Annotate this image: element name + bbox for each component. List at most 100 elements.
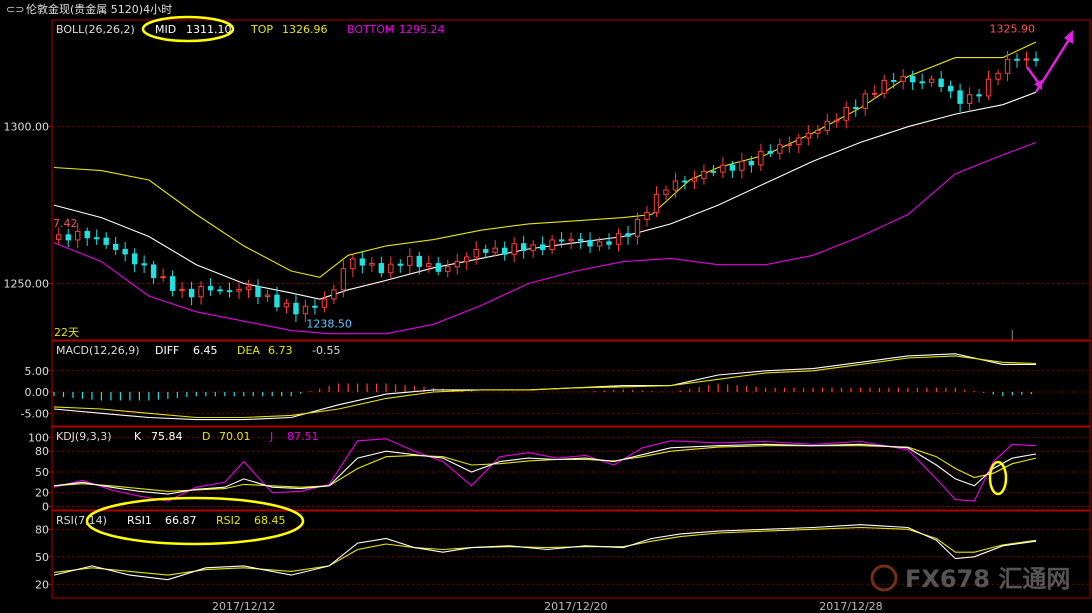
kdj-tick-label: 0 <box>42 501 49 514</box>
candle-up <box>653 193 660 213</box>
candle-up <box>824 120 830 131</box>
candle-down <box>947 85 954 92</box>
boll-legend-label: MID <box>155 23 176 36</box>
candle-up <box>966 94 973 104</box>
candle-down <box>938 78 944 87</box>
candle-up <box>464 256 470 263</box>
candle-up <box>786 144 793 147</box>
macd-tick-label: -5.00 <box>21 407 49 420</box>
candle-down <box>587 239 593 247</box>
candle-down <box>255 286 261 298</box>
candle-up <box>340 268 347 291</box>
kdj-legend-label: K <box>134 430 142 443</box>
x-tick-label: 2017/12/12 <box>212 600 275 613</box>
candle-down <box>217 289 223 292</box>
candle-down <box>890 79 897 82</box>
kdj-panel[interactable]: 10080 50 200 KDJ(9,3,3) K 75.84 D 70.01 J 87.51 <box>28 430 1090 514</box>
kdj-legend-value: 87.51 <box>287 430 319 443</box>
candle-up <box>1023 58 1030 61</box>
candle-up <box>701 170 707 179</box>
candle-down <box>435 263 441 272</box>
candle-up <box>473 249 479 258</box>
panel-frames <box>51 19 1091 599</box>
candle-down <box>606 241 612 245</box>
candle-up <box>445 266 451 272</box>
candle-up <box>672 180 679 191</box>
candle-up <box>777 144 783 154</box>
candle-up <box>995 72 1001 80</box>
candle-up <box>739 160 745 171</box>
x-tick-label: 2017/12/28 <box>819 600 882 613</box>
boll-legend-value: 1295.24 <box>399 23 445 36</box>
candle-up <box>843 107 849 121</box>
candle-up <box>407 255 413 266</box>
candle-up <box>179 288 185 291</box>
rsi-tick-label: 20 <box>35 578 49 591</box>
price-high-label: 1325.90 <box>990 23 1036 36</box>
candle-up <box>350 258 356 270</box>
candle-down <box>416 255 422 267</box>
chart-area[interactable]: 1300.00 1250.00 BOLL(26,26,2) MID 1311.10 TOP… <box>0 0 1092 613</box>
candle-up <box>321 298 328 308</box>
macd-legend-label: DIFF <box>155 344 179 357</box>
macd-tick-label: 5.00 <box>25 365 50 378</box>
rsi-legend-value: 68.45 <box>254 514 286 527</box>
kdj-legend-label: J <box>269 430 273 443</box>
candle-down <box>150 264 157 279</box>
price-left-value: 7.42 <box>53 217 78 230</box>
candle-down <box>93 237 100 240</box>
boll-mid-line <box>53 91 1037 300</box>
candle-up <box>75 230 81 241</box>
candle-down <box>141 263 147 266</box>
rsi-indicator-name: RSI(7,14) <box>56 514 107 527</box>
candle-down <box>207 286 214 291</box>
boll-legend-label: TOP <box>250 23 273 36</box>
candle-down <box>909 75 916 83</box>
boll-legend-label: BOTTOM <box>347 23 394 36</box>
macd-panel[interactable]: 5.00 0.00 -5.00 MACD(12,26,9) DIFF 6.45 DEA 6.7… <box>21 344 1090 420</box>
candle-down <box>767 150 774 154</box>
period-label: 22天 <box>54 326 79 339</box>
candle-up <box>805 132 811 139</box>
candle-down <box>188 288 195 298</box>
candle-down <box>84 230 90 239</box>
candle-down <box>976 94 982 97</box>
candle-down <box>853 107 859 110</box>
kdj-d-line <box>53 445 1037 492</box>
macd-legend-label: DEA <box>237 344 260 357</box>
candle-up <box>596 241 603 247</box>
candle-down <box>312 305 318 308</box>
candle-up <box>796 137 802 146</box>
macd-tick-label: 0.00 <box>25 386 50 399</box>
candle-up <box>758 150 764 166</box>
candle-up <box>530 244 536 251</box>
candle-up <box>454 261 460 268</box>
candle-up <box>492 247 498 253</box>
candle-up <box>331 289 337 300</box>
candle-down <box>919 81 925 84</box>
rsi-tick-label: 80 <box>35 523 49 536</box>
candle-down <box>397 263 404 266</box>
rsi-legend-label: RSI1 <box>127 514 152 527</box>
candle-up <box>720 164 726 173</box>
rsi-tick-label: 50 <box>35 551 49 564</box>
candle-up <box>245 286 252 290</box>
candle-up <box>369 263 375 266</box>
boll-bottom-line <box>53 141 1037 335</box>
highlight-ellipse-kdj <box>988 460 1008 496</box>
candle-up <box>663 189 669 195</box>
candle-down <box>378 263 385 274</box>
kdj-tick-label: 80 <box>35 445 49 458</box>
kdj-tick-label: 20 <box>35 487 49 500</box>
candle-up <box>283 302 290 308</box>
candle-down <box>625 233 631 237</box>
panel-frame-price <box>51 19 1091 341</box>
candle-down <box>577 238 584 241</box>
candle-down <box>103 237 109 245</box>
x-tick-label: 2017/12/20 <box>544 600 607 613</box>
candle-down <box>501 247 508 255</box>
watermark: FX678 汇通网 <box>870 564 1070 593</box>
price-panel[interactable]: 1300.00 1250.00 BOLL(26,26,2) MID 1311.10 TOP… <box>4 23 1091 339</box>
candle-down <box>226 290 233 293</box>
candle-down <box>274 294 280 308</box>
